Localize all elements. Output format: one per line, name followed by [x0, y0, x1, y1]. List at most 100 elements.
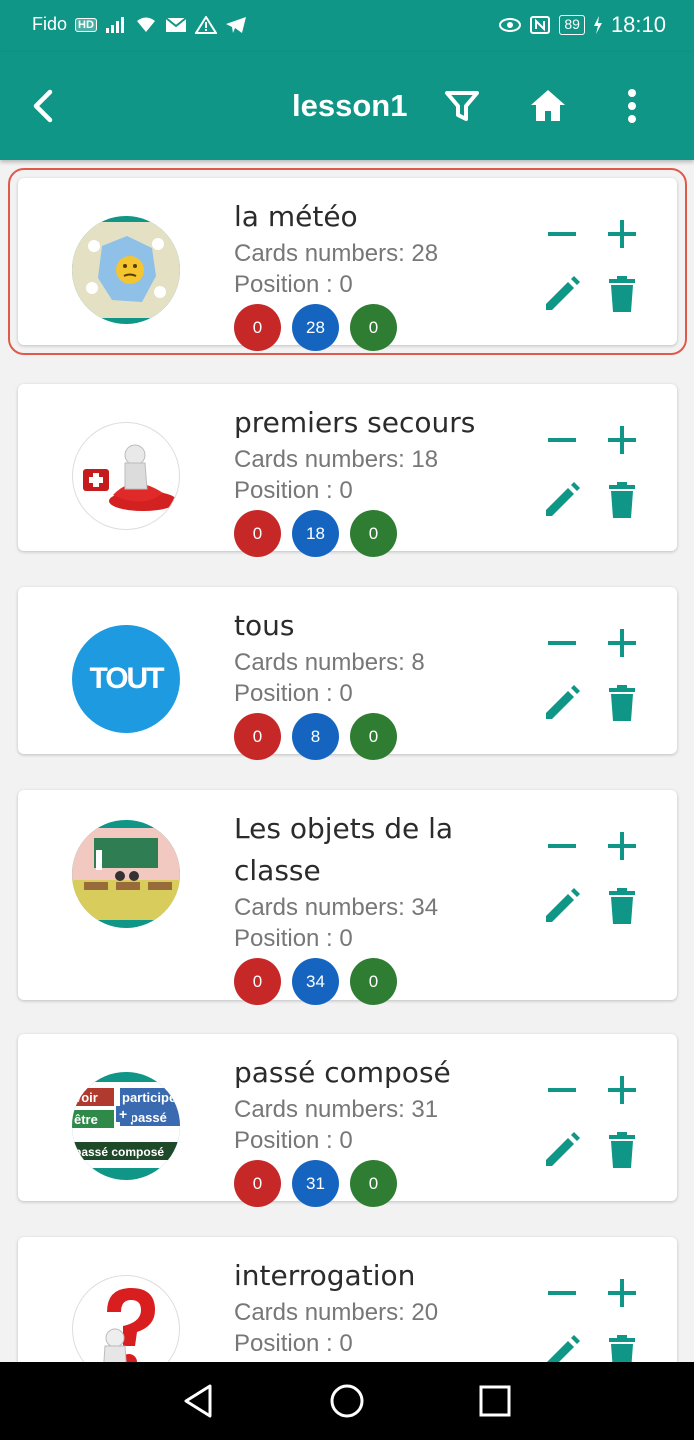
- edit-icon[interactable]: [540, 1128, 584, 1172]
- lesson-thumbnail: [72, 216, 180, 324]
- telegram-icon: [225, 16, 246, 33]
- cards-count: Cards numbers: 34: [234, 894, 439, 921]
- delete-icon[interactable]: [600, 272, 644, 316]
- thumb-text-etre: être: [74, 1112, 98, 1127]
- increase-icon[interactable]: [600, 1271, 644, 1315]
- position-label: Position : 0: [234, 1127, 353, 1154]
- blue-counter-badge: 18: [292, 510, 339, 557]
- blue-counter-badge: 8: [292, 713, 339, 760]
- edit-icon[interactable]: [540, 1331, 584, 1362]
- status-bar: Fido HD 89 18:10: [0, 0, 694, 52]
- increase-icon[interactable]: [600, 212, 644, 256]
- lesson-info: premiers secours Cards numbers: 18 Posit…: [234, 402, 514, 557]
- thumb-text-passe-compose: passé composé: [74, 1145, 164, 1159]
- delete-icon[interactable]: [600, 1128, 644, 1172]
- red-counter-badge: 0: [234, 713, 281, 760]
- position-label: Position : 0: [234, 925, 353, 952]
- nfc-icon: [530, 16, 551, 34]
- cards-count: Cards numbers: 28: [234, 240, 439, 267]
- lesson-card[interactable]: premiers secours Cards numbers: 18 Posit…: [18, 384, 677, 557]
- system-nav-bar: [0, 1362, 694, 1440]
- delete-icon[interactable]: [600, 681, 644, 725]
- position-label: Position : 0: [234, 271, 353, 298]
- lesson-info: tous Cards numbers: 8 Position : 0 0 8 0: [234, 605, 514, 760]
- nav-recents-icon[interactable]: [474, 1380, 516, 1422]
- lesson-name: passé composé: [234, 1056, 451, 1089]
- lesson-info: Les objets de la classe Cards numbers: 3…: [234, 808, 514, 1005]
- blue-counter-badge: 28: [292, 304, 339, 351]
- back-arrow-icon[interactable]: [26, 86, 60, 126]
- filter-icon[interactable]: [440, 84, 484, 128]
- thumb-text-passe: passé: [130, 1110, 167, 1125]
- warning-icon: [194, 15, 217, 34]
- lesson-name: premiers secours: [234, 406, 476, 439]
- lesson-list[interactable]: la météo Cards numbers: 28 Position : 0 …: [0, 160, 694, 1362]
- delete-icon[interactable]: [600, 1331, 644, 1362]
- cards-count: Cards numbers: 8: [234, 649, 425, 676]
- lesson-card[interactable]: Les objets de la classe Cards numbers: 3…: [18, 790, 677, 1005]
- decrease-icon[interactable]: [540, 621, 584, 665]
- red-counter-badge: 0: [234, 304, 281, 351]
- thumb-text-voir: voir: [74, 1090, 98, 1105]
- eye-icon: [499, 18, 522, 32]
- red-counter-badge: 0: [234, 1160, 281, 1207]
- lesson-thumbnail: [72, 820, 180, 928]
- wifi-icon: [136, 17, 155, 32]
- decrease-icon[interactable]: [540, 824, 584, 868]
- edit-icon[interactable]: [540, 478, 584, 522]
- lesson-name: Les objets de la classe: [234, 812, 454, 887]
- lesson-thumbnail: voir participe être passé passé composé …: [72, 1072, 180, 1180]
- lesson-thumbnail: [72, 422, 180, 530]
- charging-icon: [593, 16, 602, 34]
- home-icon[interactable]: [526, 84, 570, 128]
- lesson-thumbnail: TOUT: [72, 625, 180, 733]
- lesson-info: passé composé Cards numbers: 31 Position…: [234, 1052, 514, 1207]
- decrease-icon[interactable]: [540, 418, 584, 462]
- nav-home-icon[interactable]: [326, 1380, 368, 1422]
- weather-map-image: [72, 222, 180, 318]
- lesson-info: interrogation Cards numbers: 20 Position…: [234, 1255, 514, 1362]
- increase-icon[interactable]: [600, 418, 644, 462]
- signal-icon: [105, 16, 124, 33]
- red-counter-badge: 0: [234, 510, 281, 557]
- question-mark-image: [103, 1288, 155, 1362]
- decrease-icon[interactable]: [540, 1068, 584, 1112]
- classroom-image: [72, 828, 180, 920]
- lesson-card[interactable]: TOUT tous Cards numbers: 8 Position : 0 …: [18, 587, 677, 760]
- cards-count: Cards numbers: 31: [234, 1096, 439, 1123]
- lesson-card[interactable]: voir participe être passé passé composé …: [18, 1034, 677, 1207]
- increase-icon[interactable]: [600, 824, 644, 868]
- green-counter-badge: 0: [350, 1160, 397, 1207]
- clock: 18:10: [610, 12, 666, 37]
- red-counter-badge: 0: [234, 958, 281, 1005]
- increase-icon[interactable]: [600, 621, 644, 665]
- cards-count: Cards numbers: 18: [234, 446, 439, 473]
- green-counter-badge: 0: [350, 510, 397, 557]
- decrease-icon[interactable]: [540, 212, 584, 256]
- more-vert-icon[interactable]: [610, 84, 654, 128]
- green-counter-badge: 0: [350, 713, 397, 760]
- edit-icon[interactable]: [540, 272, 584, 316]
- blue-counter-badge: 31: [292, 1160, 339, 1207]
- increase-icon[interactable]: [600, 1068, 644, 1112]
- mail-icon: [165, 16, 187, 32]
- decrease-icon[interactable]: [540, 1271, 584, 1315]
- lesson-card[interactable]: interrogation Cards numbers: 20 Position…: [18, 1237, 677, 1362]
- cards-count: Cards numbers: 20: [234, 1299, 439, 1326]
- edit-icon[interactable]: [540, 681, 584, 725]
- green-counter-badge: 0: [350, 304, 397, 351]
- lesson-card[interactable]: la météo Cards numbers: 28 Position : 0 …: [8, 168, 687, 355]
- first-aid-image: [83, 444, 177, 511]
- carrier-label: Fido: [32, 14, 68, 34]
- green-counter-badge: 0: [350, 958, 397, 1005]
- delete-icon[interactable]: [600, 478, 644, 522]
- edit-icon[interactable]: [540, 884, 584, 928]
- app-bar: lesson1: [0, 52, 694, 160]
- thumb-text-participe: participe: [122, 1090, 176, 1105]
- nav-back-icon[interactable]: [178, 1380, 220, 1422]
- blue-counter-badge: 34: [292, 958, 339, 1005]
- position-label: Position : 0: [234, 680, 353, 707]
- delete-icon[interactable]: [600, 884, 644, 928]
- lesson-name: la météo: [234, 200, 358, 233]
- lesson-info: la météo Cards numbers: 28 Position : 0 …: [234, 196, 514, 351]
